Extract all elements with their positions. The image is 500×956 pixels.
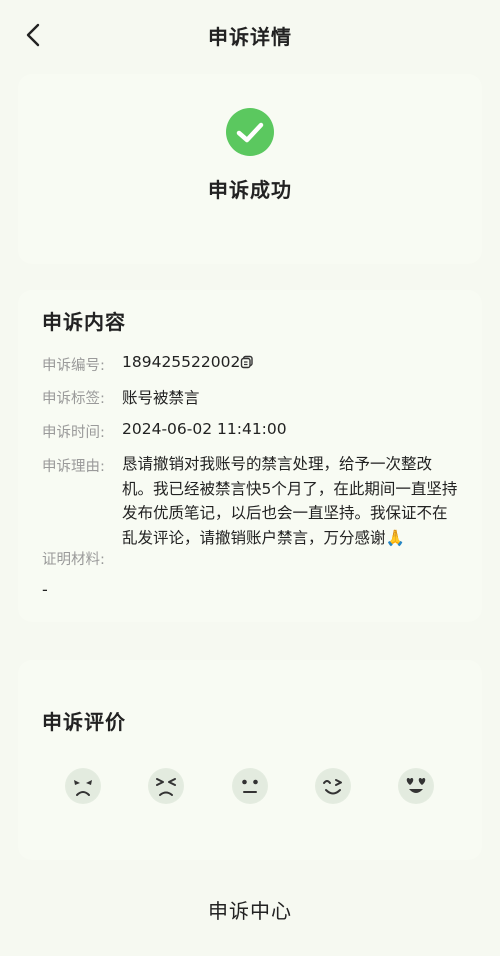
appeal-id-label: 申诉编号: [42, 358, 105, 374]
appeal-time-label: 申诉时间: [42, 425, 105, 441]
appeal-tag-value: 账号被禁言 [122, 389, 200, 407]
status-card [18, 74, 482, 264]
header-bar: 申诉详情 [0, 0, 500, 70]
appeal-tag-label: 申诉标签: [42, 391, 105, 407]
appeal-id-value[interactable]: 189425522002 [122, 353, 240, 371]
dissatisfied-face-icon[interactable] [148, 768, 184, 804]
very-satisfied-face-icon[interactable] [398, 768, 434, 804]
copy-icon[interactable] [240, 355, 254, 369]
proof-label: 证明材料: [42, 552, 105, 568]
status-text: 申诉成功 [208, 178, 292, 202]
appeal-time-value: 2024-06-02 11:41:00 [122, 420, 287, 438]
appeal-center-link[interactable]: 申诉中心 [0, 895, 500, 924]
proof-value: - [42, 580, 48, 599]
neutral-face-icon[interactable] [232, 768, 268, 804]
satisfied-face-icon[interactable] [315, 768, 351, 804]
very-dissatisfied-face-icon[interactable] [65, 768, 101, 804]
page-title: 申诉详情 [208, 24, 292, 49]
content-section-title: 申诉内容 [42, 310, 126, 334]
appeal-rating-card [18, 660, 482, 860]
check-circle-icon [226, 108, 274, 156]
chevron-left-icon [26, 23, 40, 47]
rating-section-title: 申诉评价 [42, 710, 126, 734]
appeal-reason-value: 恳请撤销对我账号的禁言处理，给予一次整改机。我已经被禁言快5个月了，在此期间一直… [122, 455, 458, 547]
appeal-reason-label: 申诉理由: [42, 459, 105, 475]
back-button[interactable] [18, 20, 48, 50]
